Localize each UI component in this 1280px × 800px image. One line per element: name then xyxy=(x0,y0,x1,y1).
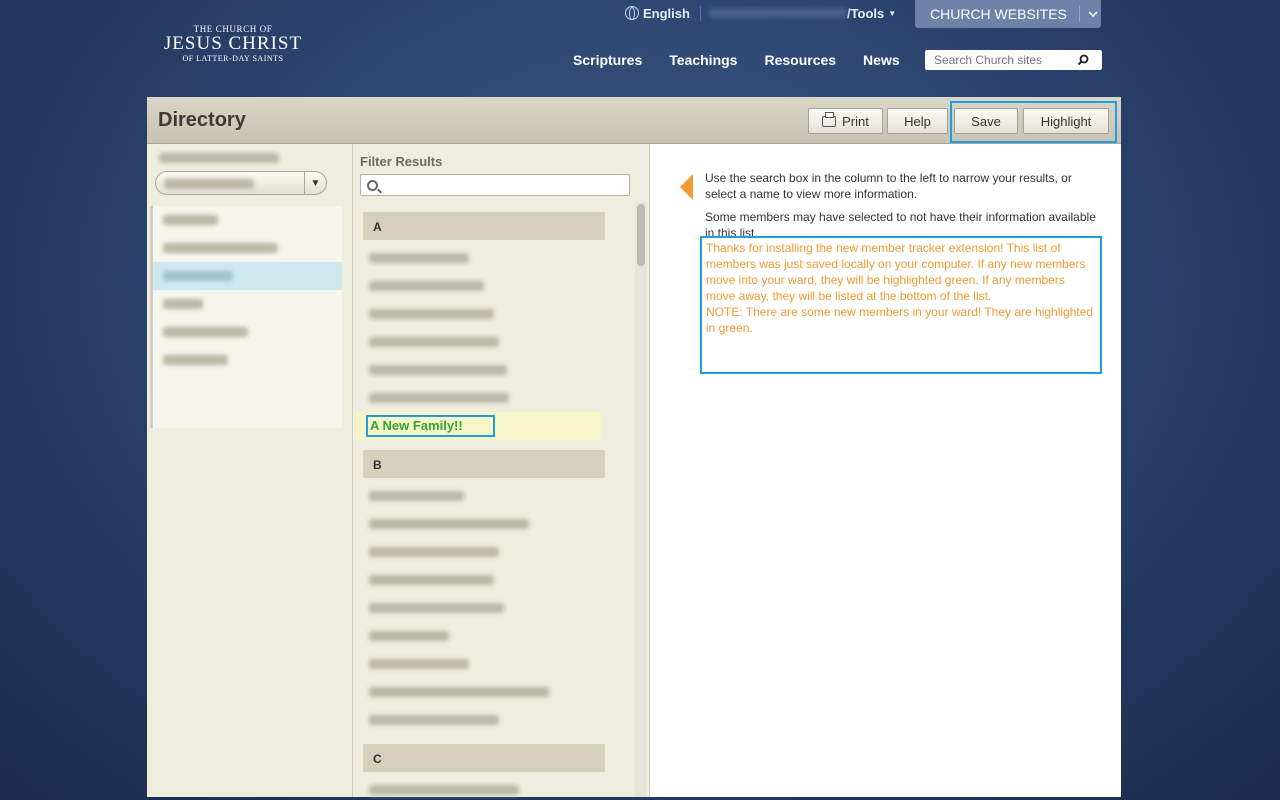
filter-results-label: Filter Results xyxy=(360,154,443,169)
nav-news[interactable]: News xyxy=(863,52,900,68)
extension-buttons-outline xyxy=(950,101,1117,143)
tools-menu[interactable]: /Tools ▼ xyxy=(847,6,896,21)
logo-line-2: JESUS CHRIST xyxy=(163,33,303,54)
unit-select[interactable]: ▼ xyxy=(155,171,327,195)
main-nav: Scriptures Teachings Resources News xyxy=(573,52,900,68)
member-row[interactable] xyxy=(363,328,603,356)
member-row[interactable] xyxy=(363,650,603,678)
church-search xyxy=(925,50,1102,70)
member-row[interactable] xyxy=(363,594,603,622)
unit-select-value-blurred xyxy=(164,179,254,189)
scrollbar-thumb[interactable] xyxy=(637,204,645,266)
member-row[interactable] xyxy=(363,300,603,328)
extension-message: Thanks for installing the new member tra… xyxy=(706,241,1086,303)
left-nav-item[interactable] xyxy=(153,290,342,318)
nav-resources[interactable]: Resources xyxy=(764,52,836,68)
utility-bar: English /Tools ▼ xyxy=(625,0,896,26)
church-logo[interactable]: THE CHURCH OF JESUS CHRIST OF LATTER-DAY… xyxy=(158,24,308,63)
language-label: English xyxy=(643,5,690,21)
member-list-scrollbar[interactable] xyxy=(635,202,647,797)
member-row[interactable] xyxy=(363,356,603,384)
church-websites-label: CHURCH WEBSITES xyxy=(930,6,1067,22)
panel-header: Directory Print Help Save Highlight xyxy=(147,97,1121,144)
search-icon[interactable] xyxy=(1075,52,1091,68)
member-row[interactable] xyxy=(363,272,603,300)
user-name-blurred[interactable] xyxy=(708,8,847,18)
left-nav-item[interactable] xyxy=(153,318,342,346)
section-header-b: B xyxy=(363,450,605,478)
logo-line-3: OF LATTER-DAY SAINTS xyxy=(182,54,284,63)
filter-column: Filter Results A A New Family!! B C xyxy=(353,144,650,797)
directory-panel: Directory Print Help Save Highlight ▼ Fi… xyxy=(147,97,1121,797)
member-row[interactable] xyxy=(363,510,603,538)
unit-name-blurred xyxy=(159,153,279,163)
church-websites-button[interactable]: CHURCH WEBSITES xyxy=(915,0,1101,28)
member-row[interactable] xyxy=(363,776,603,800)
left-nav-item[interactable] xyxy=(153,346,342,374)
extension-note: NOTE: There are some new members in your… xyxy=(706,305,1094,335)
help-button[interactable]: Help xyxy=(887,108,948,134)
nav-scriptures[interactable]: Scriptures xyxy=(573,52,642,68)
left-nav-item[interactable] xyxy=(153,206,342,234)
church-search-input[interactable] xyxy=(925,53,1075,67)
left-nav-list xyxy=(150,206,342,428)
new-family-label: A New Family!! xyxy=(366,415,495,437)
member-row[interactable] xyxy=(363,678,603,706)
left-nav-item-selected[interactable] xyxy=(153,262,342,290)
info-column: Use the search box in the column to the … xyxy=(650,144,1121,797)
info-text: Use the search box in the column to the … xyxy=(705,170,1100,241)
left-column: ▼ xyxy=(147,144,353,797)
search-icon xyxy=(367,179,378,191)
nav-teachings[interactable]: Teachings xyxy=(669,52,737,68)
section-header-a: A xyxy=(363,212,605,240)
member-row[interactable] xyxy=(363,384,603,412)
extension-message-box: Thanks for installing the new member tra… xyxy=(700,236,1102,374)
chevron-down-icon xyxy=(1088,10,1098,17)
new-family-row[interactable]: A New Family!! xyxy=(355,412,601,440)
chevron-down-icon: ▼ xyxy=(888,8,897,18)
page-title: Directory xyxy=(158,109,246,131)
globe-icon xyxy=(625,6,639,20)
print-label: Print xyxy=(842,113,869,129)
tools-label: /Tools xyxy=(846,5,885,21)
language-selector[interactable]: English xyxy=(625,5,701,21)
member-row[interactable] xyxy=(363,566,603,594)
member-row[interactable] xyxy=(363,706,603,734)
left-nav-item[interactable] xyxy=(153,234,342,262)
divider xyxy=(1078,6,1080,22)
filter-search-input[interactable] xyxy=(360,174,630,196)
print-button[interactable]: Print xyxy=(808,108,883,134)
member-row[interactable] xyxy=(363,538,603,566)
dropdown-arrow-icon: ▼ xyxy=(304,172,326,194)
callout-arrow-icon xyxy=(680,174,693,200)
info-paragraph-search: Use the search box in the column to the … xyxy=(705,171,1072,201)
member-row[interactable] xyxy=(363,244,603,272)
member-row[interactable] xyxy=(363,482,603,510)
section-header-c: C xyxy=(363,744,605,772)
member-row[interactable] xyxy=(363,622,603,650)
printer-icon xyxy=(822,111,837,127)
